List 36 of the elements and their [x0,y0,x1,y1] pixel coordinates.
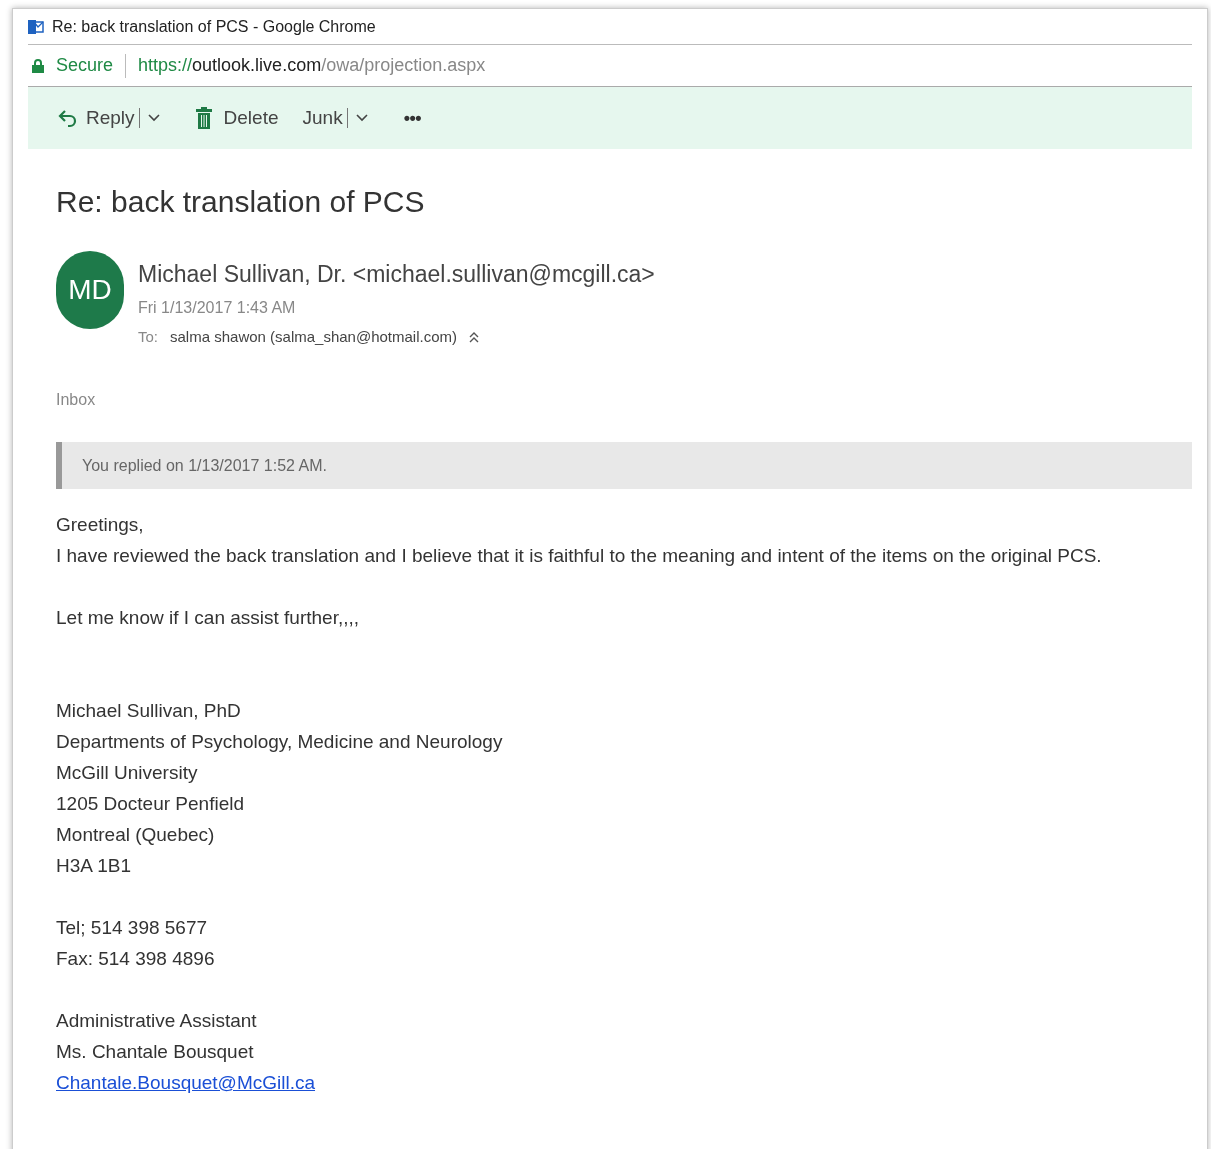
body-text-line: Fax: 514 398 4896 [56,947,215,971]
chevron-down-icon[interactable] [147,114,160,122]
email-link[interactable]: Chantale.Bousquet@McGill.ca [56,1072,316,1093]
body-text-line: Administrative Assistant [56,1009,257,1033]
body-text-line: H3A 1B1 [56,854,131,878]
body-text-line: Greetings, [56,513,144,537]
lock-icon [32,58,44,73]
sent-date: Fri 1/13/2017 1:43 AM [138,297,297,318]
trash-icon [195,107,212,129]
folder-label: Inbox [56,390,96,410]
body-text-line: I have reviewed the back translation and I believe that it is faithful to the meaning and intent of the items on the original PCS. [56,544,1102,568]
body-text-line: Ms. Chantale Bousquet [56,1040,254,1064]
reply-arrow-icon [58,108,78,128]
body-text-line: Tel; 514 398 5677 [56,916,208,940]
app-icon [28,18,44,35]
window-title: Re: back translation of PCS - Google Chrome [52,16,376,37]
junk-button[interactable]: Junk [302,103,343,133]
body-text-line: Departments of Psychology, Medicine and Neurology [56,730,503,754]
body-text-line: Let me know if I can assist further,,,, [56,606,360,630]
body-text-line: Montreal (Quebec) [56,823,215,847]
sender-name: Michael Sullivan, Dr. <michael.sullivan@mcgill.ca> [138,260,655,289]
body-text-line: Michael Sullivan, PhD [56,699,241,723]
email-subject: Re: back translation of PCS [56,184,426,220]
to-label: To: [138,326,158,347]
delete-button[interactable]: Delete [195,103,279,133]
chevron-down-icon[interactable] [355,114,368,122]
collapse-icon[interactable] [469,330,480,343]
body-text-line: McGill University [56,761,198,785]
reply-button[interactable]: Reply [58,103,135,133]
body-text-line: 1205 Docteur Penfield [56,792,244,816]
address-bar-url[interactable]: https://outlook.live.com/owa/projection.aspx [138,52,486,79]
recipient[interactable]: salma shawon (salma_shan@hotmail.com) [170,325,458,348]
more-button[interactable]: ••• [403,104,422,132]
sender-avatar: MD [56,251,124,329]
reply-notice: You replied on 1/13/2017 1:52 AM. [82,455,327,476]
security-label: Secure [56,54,114,77]
